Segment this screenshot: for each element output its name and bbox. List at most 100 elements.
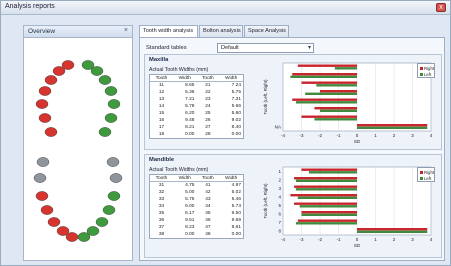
- tooth-number-cell: 24: [205, 103, 211, 109]
- table-row: 36 9.51 46 9.69: [150, 217, 244, 224]
- tooth-width-cell: 0.00: [231, 232, 241, 238]
- tooth-icon: [44, 127, 58, 137]
- bar-left: [334, 67, 357, 70]
- tooth-width-cell: 8.23: [185, 225, 195, 231]
- tooth-width-cell: 6.17: [185, 211, 195, 217]
- tooth-number-cell: 43: [205, 196, 211, 202]
- tooth-number-cell: 31: [158, 182, 165, 188]
- tooth-width-cell: 9.51: [185, 218, 195, 224]
- maxilla-width-table: Tooth Width Tooth Width 11 8.65 21 7.24 12 5.…: [149, 74, 244, 139]
- maxilla-title: Maxilla: [149, 57, 169, 63]
- bar-left: [295, 222, 357, 225]
- tooth-number-cell: 12: [158, 89, 165, 95]
- bar-right: [314, 107, 357, 110]
- tooth-number-cell: 21: [205, 82, 211, 88]
- tooth-width-cell: 5.00: [185, 189, 195, 195]
- tooth-width-cell: 7.31: [231, 96, 241, 102]
- tooth-number-cell: 42: [205, 189, 211, 195]
- tab-space-analysis[interactable]: Space Analysis: [244, 25, 289, 37]
- table-row: 17 8.21 27 8.40: [150, 124, 244, 131]
- tooth-icon: [86, 226, 100, 236]
- mandible-legend: Right Left: [417, 167, 435, 182]
- tooth-width-cell: 5.75: [231, 89, 241, 95]
- x-tick-label: -4: [281, 237, 285, 242]
- tooth-number-cell: 28: [205, 132, 211, 138]
- tooth-width-cell: 5.46: [231, 196, 241, 202]
- tooth-width-cell: 8.21: [185, 125, 195, 131]
- maxilla-table-title: Actual Tooth Widths (mm): [149, 67, 209, 73]
- overview-title: Overview: [28, 28, 56, 35]
- title-bar: Analysis reports x: [1, 1, 450, 15]
- x-tick-label: 4: [430, 237, 433, 242]
- standard-tables-label: Standard tables: [146, 45, 187, 51]
- tooth-number-cell: 44: [205, 203, 211, 209]
- tooth-icon: [44, 75, 58, 85]
- overview-panel: Overview ×: [23, 25, 133, 261]
- dental-arch-diagram[interactable]: [24, 38, 132, 260]
- mandible-sd-chart: -4 -3 -2 -1 0 1 2 3 4 1 2 3 4 5 6 7 8 Tooth (Left, Right)…: [263, 166, 433, 248]
- tooth-width-cell: 5.66: [231, 103, 241, 109]
- bar-right: [301, 81, 357, 84]
- y-axis-label: Tooth (Left, Right): [263, 183, 268, 218]
- y-tick-label: 1: [278, 169, 281, 174]
- y-tick-label: 6: [278, 211, 281, 216]
- tooth-icon: [38, 113, 52, 123]
- analysis-reports-window: Analysis reports x Overview × Tooth widt…: [0, 0, 451, 266]
- standard-tables-value: Default: [221, 45, 239, 51]
- x-tick-label: 4: [430, 133, 433, 138]
- legend-swatch-left: [420, 73, 423, 77]
- tooth-icon: [106, 157, 120, 167]
- legend-swatch-right: [420, 171, 423, 175]
- table-row: 15 6.20 25 5.60: [150, 110, 244, 117]
- tooth-number-cell: 23: [205, 96, 211, 102]
- col-header-tooth: Tooth: [149, 74, 173, 83]
- window-title: Analysis reports: [5, 3, 55, 10]
- bar-left: [299, 205, 357, 208]
- x-tick-label: 0: [356, 237, 359, 242]
- tooth-icon: [102, 205, 116, 215]
- tooth-number-cell: 37: [158, 225, 165, 231]
- tooth-icon: [107, 191, 121, 201]
- table-row: 11 8.65 21 7.24: [150, 82, 244, 89]
- tooth-icon: [36, 157, 50, 167]
- tooth-width-cell: 9.69: [231, 218, 241, 224]
- tooth-width-cell: 8.61: [231, 225, 241, 231]
- tab-bolton-analysis[interactable]: Bolton analysis: [199, 25, 243, 37]
- bar-left: [290, 75, 357, 78]
- tooth-width-cell: 9.02: [231, 118, 241, 124]
- close-button[interactable]: x: [436, 3, 446, 12]
- tooth-number-cell: 36: [158, 218, 165, 224]
- x-tick-label: 3: [411, 237, 414, 242]
- tooth-number-cell: 13: [158, 96, 165, 102]
- tooth-number-cell: 35: [158, 211, 165, 217]
- tooth-width-cell: 5.02: [231, 189, 241, 195]
- close-pane-icon[interactable]: ×: [124, 27, 128, 34]
- tooth-icon: [109, 173, 123, 183]
- bar-right: [320, 90, 357, 93]
- bar-left: [297, 196, 357, 199]
- tooth-width-cell: 5.75: [185, 196, 195, 202]
- legend-right: Right: [420, 170, 434, 175]
- bar-left: [308, 171, 357, 174]
- table-row: 16 9.48 26 9.02: [150, 117, 244, 124]
- tooth-number-cell: 18: [158, 132, 165, 138]
- tooth-width-cell: 6.00: [185, 203, 195, 209]
- standard-tables-select[interactable]: Default ▾: [217, 43, 314, 53]
- tooth-number-cell: 41: [205, 182, 211, 188]
- tooth-width-cell: 8.40: [231, 125, 241, 131]
- tooth-width-cell: 8.65: [185, 82, 195, 88]
- legend-left-label: Left: [424, 72, 432, 77]
- tooth-icon: [104, 86, 118, 96]
- bar-right: [290, 194, 357, 197]
- x-tick-label: -3: [299, 237, 303, 242]
- tooth-icon: [40, 205, 54, 215]
- table-row: 33 5.75 43 5.46: [150, 196, 244, 203]
- y-tick-label: NA: [275, 124, 281, 129]
- tooth-width-cell: 0.00: [231, 132, 241, 138]
- bar-left: [314, 118, 357, 121]
- legend-left: Left: [420, 176, 431, 181]
- tooth-icon: [98, 127, 112, 137]
- table-row: 14 5.79 24 5.66: [150, 103, 244, 110]
- tooth-icon: [107, 99, 121, 109]
- tooth-width-cell: 6.50: [231, 211, 241, 217]
